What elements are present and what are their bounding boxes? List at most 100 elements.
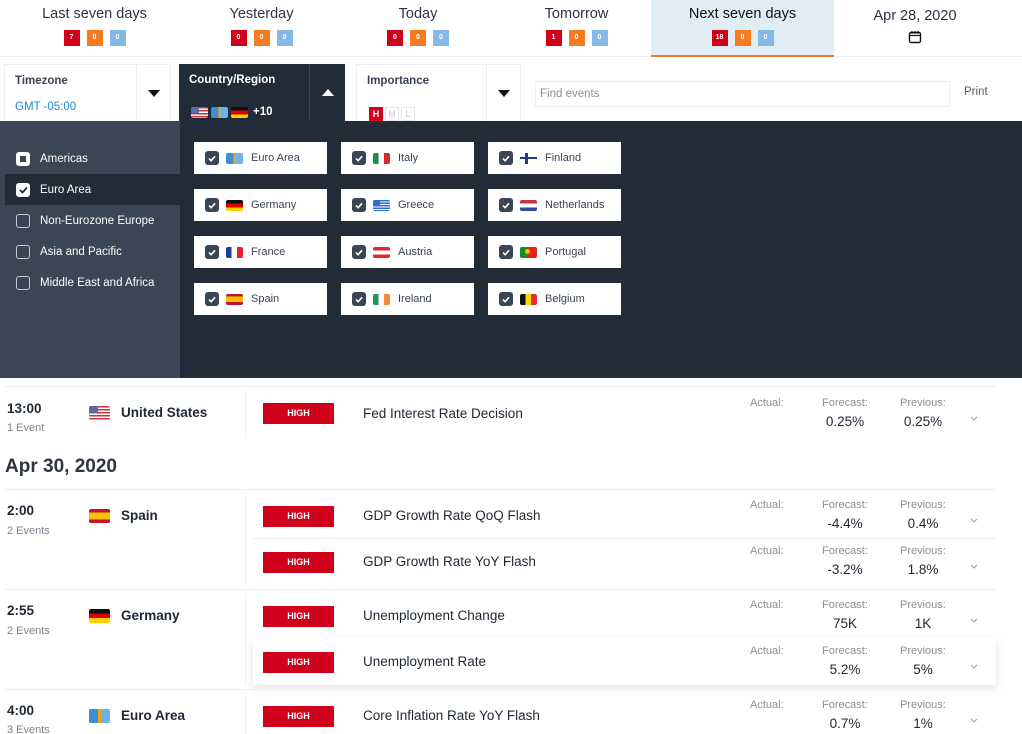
country-euro-area[interactable]: Euro Area [194, 142, 327, 174]
country-germany[interactable]: Germany [194, 189, 327, 221]
timezone-dropdown-toggle[interactable] [136, 65, 170, 121]
partial-checkbox-icon[interactable] [16, 151, 30, 166]
event-count-badges: 1 0 0 [502, 30, 651, 46]
event-name[interactable]: GDP Growth Rate QoQ Flash [363, 508, 541, 523]
print-button[interactable]: Print [964, 86, 988, 98]
importance-badge: HIGH [263, 652, 334, 673]
importance-low-toggle[interactable]: L [401, 107, 415, 121]
checked-checkbox-icon[interactable] [205, 198, 219, 212]
importance-high-toggle[interactable]: H [369, 107, 383, 121]
event-name[interactable]: Unemployment Rate [363, 654, 486, 669]
checked-checkbox-icon[interactable] [205, 292, 219, 306]
unchecked-checkbox-icon[interactable] [16, 213, 30, 228]
country-label: France [251, 246, 286, 258]
checked-checkbox-icon[interactable] [499, 292, 513, 306]
country-austria[interactable]: Austria [341, 236, 474, 268]
country-netherlands[interactable]: Netherlands [488, 189, 621, 221]
checked-checkbox-icon[interactable] [352, 292, 366, 306]
forecast-label: Forecast: [822, 545, 868, 557]
event-name[interactable]: Fed Interest Rate Decision [363, 406, 523, 421]
calendar-icon [908, 30, 922, 49]
find-events-input[interactable] [535, 81, 950, 107]
checked-checkbox-icon[interactable] [499, 151, 513, 165]
flag-united-states-icon [89, 405, 110, 420]
tab-tomorrow[interactable]: Tomorrow 1 0 0 [502, 0, 651, 57]
tab-next-seven-days[interactable]: Next seven days 18 0 0 [651, 0, 834, 57]
event-name[interactable]: GDP Growth Rate YoY Flash [363, 554, 536, 569]
importance-medium-toggle[interactable]: M [385, 107, 399, 121]
checked-checkbox-icon[interactable] [16, 182, 30, 197]
event-time: 2:00 [7, 503, 35, 518]
checked-checkbox-icon[interactable] [352, 245, 366, 259]
expand-chevron-icon[interactable] [969, 658, 979, 669]
country-dropdown-toggle[interactable] [309, 64, 345, 120]
country-finland[interactable]: Finland [488, 142, 621, 174]
country-region-selector[interactable]: Country/Region +10 [179, 64, 345, 121]
event-count-badges: 18 0 0 [651, 30, 834, 46]
region-americas[interactable]: Americas [0, 143, 180, 174]
previous-label: Previous: [900, 699, 946, 711]
tab-today[interactable]: Today 0 0 0 [334, 0, 502, 57]
unchecked-checkbox-icon[interactable] [16, 244, 30, 259]
forecast-value: -3.2% [827, 562, 863, 577]
checked-checkbox-icon[interactable] [352, 151, 366, 165]
medium-count-badge: 0 [568, 30, 585, 46]
country-label: Euro Area [251, 152, 300, 164]
country-label: Portugal [545, 246, 586, 258]
previous-label: Previous: [900, 545, 946, 557]
actual-label: Actual: [750, 397, 784, 409]
importance-badge: HIGH [263, 706, 334, 727]
unchecked-checkbox-icon[interactable] [16, 275, 30, 290]
country-italy[interactable]: Italy [341, 142, 474, 174]
tab-label: Last seven days [42, 6, 147, 22]
low-count-badge: 0 [109, 30, 126, 46]
country-spain[interactable]: Spain [194, 283, 327, 315]
importance-badge: HIGH [263, 403, 334, 424]
medium-count-badge: 0 [86, 30, 103, 46]
tab-yesterday[interactable]: Yesterday 0 0 0 [189, 0, 334, 57]
flag-germany-icon [89, 608, 110, 623]
tab-last-seven-days[interactable]: Last seven days 7 0 0 [0, 0, 189, 57]
importance-dropdown-toggle[interactable] [486, 65, 520, 121]
country-belgium[interactable]: Belgium [488, 283, 621, 315]
country-ireland[interactable]: Ireland [341, 283, 474, 315]
country-label: Netherlands [545, 199, 605, 211]
previous-label: Previous: [900, 599, 946, 611]
timezone-title: Timezone [15, 75, 68, 87]
low-count-badge: 0 [433, 30, 449, 46]
expand-chevron-icon[interactable] [969, 558, 979, 569]
low-count-badge: 0 [276, 30, 293, 46]
event-name[interactable]: Core Inflation Rate YoY Flash [363, 708, 540, 723]
checked-checkbox-icon[interactable] [205, 245, 219, 259]
region-label: Americas [40, 152, 88, 165]
expand-chevron-icon[interactable] [969, 612, 979, 623]
region-non-eurozone-europe[interactable]: Non-Eurozone Europe [0, 205, 180, 236]
previous-value: 1K [914, 616, 932, 631]
importance-badge: HIGH [263, 552, 334, 573]
country-greece[interactable]: Greece [341, 189, 474, 221]
flag-france-icon [226, 246, 243, 258]
actual-label: Actual: [750, 599, 784, 611]
timezone-selector[interactable]: Timezone GMT -05:00 [4, 64, 171, 121]
expand-chevron-icon[interactable] [969, 712, 979, 723]
tab-date-picker[interactable]: Apr 28, 2020 [834, 0, 996, 57]
event-count-badges: 0 0 0 [334, 30, 502, 46]
checked-checkbox-icon[interactable] [499, 245, 513, 259]
region-list: Americas Euro Area Non-Eurozone Europe A… [0, 121, 180, 378]
importance-selector[interactable]: Importance H M L [356, 64, 521, 121]
actual-label: Actual: [750, 545, 784, 557]
region-middle-east-and-africa[interactable]: Middle East and Africa [0, 267, 180, 298]
region-euro-area[interactable]: Euro Area [5, 174, 180, 205]
country-portugal[interactable]: Portugal [488, 236, 621, 268]
event-name[interactable]: Unemployment Change [363, 608, 505, 623]
forecast-label: Forecast: [822, 599, 868, 611]
checked-checkbox-icon[interactable] [205, 151, 219, 165]
country-france[interactable]: France [194, 236, 327, 268]
region-asia-and-pacific[interactable]: Asia and Pacific [0, 236, 180, 267]
more-countries-count: +10 [253, 106, 273, 118]
expand-chevron-icon[interactable] [969, 410, 979, 421]
checked-checkbox-icon[interactable] [352, 198, 366, 212]
expand-chevron-icon[interactable] [969, 512, 979, 523]
country-checkbox-grid: Euro Area Italy Finland Germany Greece N… [194, 142, 621, 315]
checked-checkbox-icon[interactable] [499, 198, 513, 212]
